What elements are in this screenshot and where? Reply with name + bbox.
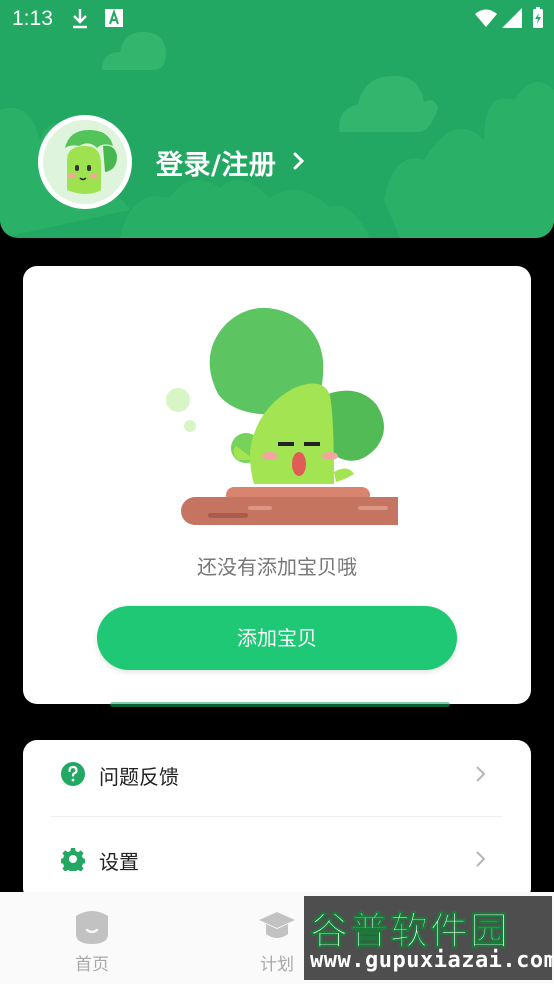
gear-icon	[61, 848, 85, 871]
menu-divider	[51, 816, 503, 817]
signal-icon	[502, 8, 522, 28]
empty-state-text: 还没有添加宝贝哦	[197, 555, 357, 579]
a11y-icon	[105, 8, 123, 27]
profile-header: 1:13 登录/注册	[0, 0, 554, 238]
chevron-right-icon	[476, 766, 486, 782]
graduation-cap-icon	[259, 912, 295, 938]
home-face-icon	[76, 911, 108, 944]
battery-icon	[533, 7, 543, 28]
mascot-plant-illustration	[166, 307, 398, 525]
question-icon	[61, 762, 85, 786]
card-shadow-line	[110, 702, 450, 707]
chevron-right-icon	[476, 851, 486, 867]
status-bar: 1:13	[0, 0, 554, 38]
chevron-right-icon[interactable]	[290, 148, 308, 174]
watermark-url: www.gupuxiazai.com	[310, 948, 554, 973]
baby-card: 还没有添加宝贝哦 添加宝贝	[23, 266, 531, 704]
download-icon	[73, 9, 87, 29]
nav-item-home[interactable]: 首页	[52, 906, 132, 975]
mascot-avatar-icon	[43, 120, 127, 204]
login-register-link[interactable]: 登录/注册	[156, 143, 276, 182]
wifi-icon	[475, 9, 497, 27]
menu-item-settings[interactable]: 设置	[23, 825, 531, 901]
menu-label-feedback: 问题反馈	[99, 765, 179, 789]
watermark-overlay: 谷普软件园 www.gupuxiazai.com	[304, 896, 554, 980]
status-time: 1:13	[12, 7, 53, 30]
add-baby-button[interactable]: 添加宝贝	[97, 606, 457, 670]
menu-label-settings: 设置	[99, 850, 139, 874]
menu-item-feedback[interactable]: 问题反馈	[23, 740, 531, 816]
menu-card: 问题反馈 设置	[23, 740, 531, 902]
watermark-title: 谷普软件园	[309, 909, 511, 954]
avatar[interactable]	[38, 115, 132, 209]
nav-label-home: 首页	[75, 955, 109, 975]
